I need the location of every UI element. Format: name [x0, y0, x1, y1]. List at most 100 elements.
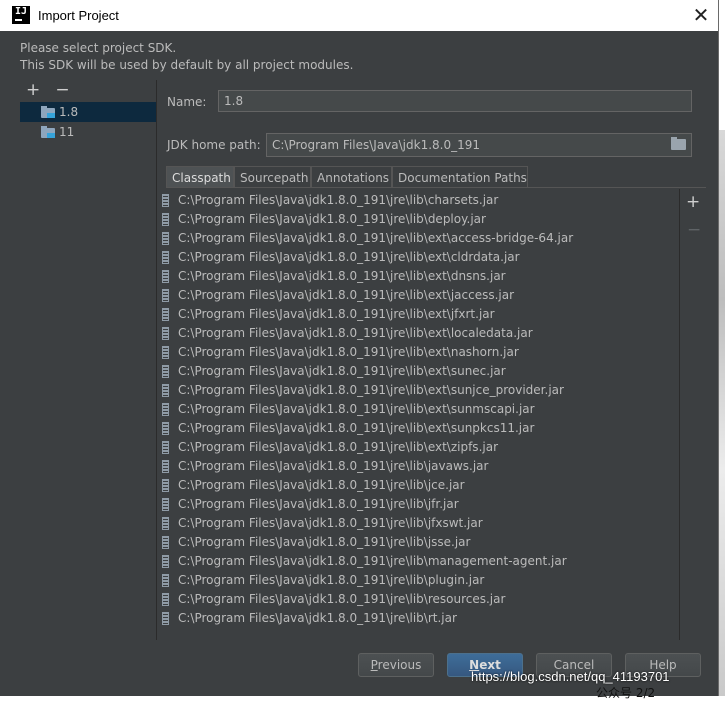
classpath-row[interactable]: C:\Program Files\Java\jdk1.8.0_191\jre\l… — [157, 590, 679, 609]
jar-icon — [162, 251, 169, 264]
classpath-row[interactable]: C:\Program Files\Java\jdk1.8.0_191\jre\l… — [157, 438, 679, 457]
jar-icon — [162, 612, 169, 625]
jar-icon — [162, 441, 169, 454]
jar-icon — [162, 517, 169, 530]
background-window-strip — [718, 130, 725, 696]
classpath-path: C:\Program Files\Java\jdk1.8.0_191\jre\l… — [178, 250, 520, 264]
classpath-row[interactable]: C:\Program Files\Java\jdk1.8.0_191\jre\l… — [157, 476, 679, 495]
classpath-row[interactable]: C:\Program Files\Java\jdk1.8.0_191\jre\l… — [157, 267, 679, 286]
jar-icon — [162, 365, 169, 378]
jar-icon — [162, 574, 169, 587]
intellij-app-icon: IJ — [12, 6, 30, 24]
classpath-row[interactable]: C:\Program Files\Java\jdk1.8.0_191\jre\l… — [157, 324, 679, 343]
classpath-row[interactable]: C:\Program Files\Java\jdk1.8.0_191\jre\l… — [157, 419, 679, 438]
classpath-path: C:\Program Files\Java\jdk1.8.0_191\jre\l… — [178, 592, 506, 606]
sdk-info-text: Please select project SDK. This SDK will… — [20, 40, 353, 74]
jar-icon — [162, 346, 169, 359]
jar-icon — [162, 555, 169, 568]
classpath-row[interactable]: C:\Program Files\Java\jdk1.8.0_191\jre\l… — [157, 305, 679, 324]
classpath-path: C:\Program Files\Java\jdk1.8.0_191\jre\l… — [178, 326, 533, 340]
remove-sdk-button[interactable]: − — [55, 80, 79, 100]
name-input[interactable] — [218, 90, 692, 112]
classpath-path: C:\Program Files\Java\jdk1.8.0_191\jre\l… — [178, 193, 499, 207]
classpath-path: C:\Program Files\Java\jdk1.8.0_191\jre\l… — [178, 611, 457, 625]
watermark-text: https://blog.csdn.net/qq_41193701 — [471, 669, 670, 684]
classpath-path: C:\Program Files\Java\jdk1.8.0_191\jre\l… — [178, 497, 459, 511]
classpath-row[interactable]: C:\Program Files\Java\jdk1.8.0_191\jre\l… — [157, 609, 679, 628]
sdk-item-label: 1.8 — [59, 105, 79, 119]
jdk-home-path-label: JDK home path: — [167, 138, 261, 152]
jar-icon — [162, 479, 169, 492]
previous-button[interactable]: Previous — [358, 653, 434, 677]
classpath-row[interactable]: C:\Program Files\Java\jdk1.8.0_191\jre\l… — [157, 362, 679, 381]
tab-annotations[interactable]: Annotations — [311, 166, 392, 188]
classpath-row[interactable]: C:\Program Files\Java\jdk1.8.0_191\jre\l… — [157, 191, 679, 210]
sdk-list: 1.8 11 — [20, 100, 156, 678]
jar-icon — [162, 403, 169, 416]
sdk-item-11[interactable]: 11 — [20, 122, 156, 142]
classpath-path: C:\Program Files\Java\jdk1.8.0_191\jre\l… — [178, 383, 564, 397]
jar-icon — [162, 308, 169, 321]
classpath-path: C:\Program Files\Java\jdk1.8.0_191\jre\l… — [178, 535, 471, 549]
jar-icon — [162, 593, 169, 606]
classpath-path: C:\Program Files\Java\jdk1.8.0_191\jre\l… — [178, 440, 498, 454]
jar-icon — [162, 422, 169, 435]
jar-icon — [162, 194, 169, 207]
classpath-row[interactable]: C:\Program Files\Java\jdk1.8.0_191\jre\l… — [157, 343, 679, 362]
classpath-row[interactable]: C:\Program Files\Java\jdk1.8.0_191\jre\l… — [157, 210, 679, 229]
title-bar: IJ Import Project ✕ — [0, 0, 718, 31]
classpath-row[interactable]: C:\Program Files\Java\jdk1.8.0_191\jre\l… — [157, 514, 679, 533]
import-project-dialog: IJ Import Project ✕ Please select projec… — [0, 0, 719, 696]
jar-icon — [162, 327, 169, 340]
classpath-path: C:\Program Files\Java\jdk1.8.0_191\jre\l… — [178, 288, 515, 302]
classpath-path: C:\Program Files\Java\jdk1.8.0_191\jre\l… — [178, 478, 465, 492]
tab-documentation-paths[interactable]: Documentation Paths — [392, 166, 528, 188]
jar-icon — [162, 460, 169, 473]
sdk-item-1-8[interactable]: 1.8 — [20, 102, 156, 122]
classpath-path: C:\Program Files\Java\jdk1.8.0_191\jre\l… — [178, 459, 489, 473]
classpath-row[interactable]: C:\Program Files\Java\jdk1.8.0_191\jre\l… — [157, 248, 679, 267]
classpath-path: C:\Program Files\Java\jdk1.8.0_191\jre\l… — [178, 345, 519, 359]
tab-classpath[interactable]: Classpath — [166, 166, 234, 188]
classpath-path: C:\Program Files\Java\jdk1.8.0_191\jre\l… — [178, 573, 485, 587]
jdk-folder-icon — [41, 126, 55, 138]
classpath-row[interactable]: C:\Program Files\Java\jdk1.8.0_191\jre\l… — [157, 457, 679, 476]
info-line-1: Please select project SDK. — [20, 41, 177, 55]
info-line-2: This SDK will be used by default by all … — [20, 58, 354, 72]
classpath-path: C:\Program Files\Java\jdk1.8.0_191\jre\l… — [178, 364, 506, 378]
classpath-path: C:\Program Files\Java\jdk1.8.0_191\jre\l… — [178, 421, 535, 435]
close-button[interactable]: ✕ — [684, 0, 718, 31]
classpath-row[interactable]: C:\Program Files\Java\jdk1.8.0_191\jre\l… — [157, 229, 679, 248]
window-title: Import Project — [38, 8, 119, 23]
classpath-path: C:\Program Files\Java\jdk1.8.0_191\jre\l… — [178, 554, 567, 568]
previous-mnemonic: P — [370, 658, 378, 672]
jar-icon — [162, 498, 169, 511]
background-partial-text: 公众号 2/2 — [596, 686, 656, 700]
classpath-path: C:\Program Files\Java\jdk1.8.0_191\jre\l… — [178, 402, 535, 416]
classpath-row[interactable]: C:\Program Files\Java\jdk1.8.0_191\jre\l… — [157, 571, 679, 590]
jar-icon — [162, 213, 169, 226]
browse-folder-icon[interactable] — [671, 137, 686, 150]
add-path-button[interactable]: + — [686, 192, 700, 212]
jar-icon — [162, 289, 169, 302]
classpath-row[interactable]: C:\Program Files\Java\jdk1.8.0_191\jre\l… — [157, 533, 679, 552]
jdk-folder-icon — [41, 106, 55, 118]
remove-path-button[interactable]: − — [687, 220, 701, 240]
previous-label: revious — [377, 658, 422, 672]
classpath-row[interactable]: C:\Program Files\Java\jdk1.8.0_191\jre\l… — [157, 286, 679, 305]
tab-sourcepath[interactable]: Sourcepath — [234, 166, 311, 188]
jdk-home-path-input[interactable] — [266, 133, 692, 157]
classpath-row[interactable]: C:\Program Files\Java\jdk1.8.0_191\jre\l… — [157, 552, 679, 571]
classpath-row[interactable]: C:\Program Files\Java\jdk1.8.0_191\jre\l… — [157, 495, 679, 514]
classpath-row[interactable]: C:\Program Files\Java\jdk1.8.0_191\jre\l… — [157, 400, 679, 419]
classpath-path: C:\Program Files\Java\jdk1.8.0_191\jre\l… — [178, 231, 574, 245]
jar-icon — [162, 536, 169, 549]
sdk-toolbar: + − — [26, 80, 79, 100]
name-label: Name: — [167, 95, 207, 109]
jar-icon — [162, 232, 169, 245]
classpath-path: C:\Program Files\Java\jdk1.8.0_191\jre\l… — [178, 212, 486, 226]
classpath-path: C:\Program Files\Java\jdk1.8.0_191\jre\l… — [178, 516, 483, 530]
sdk-item-label: 11 — [59, 125, 75, 139]
classpath-row[interactable]: C:\Program Files\Java\jdk1.8.0_191\jre\l… — [157, 381, 679, 400]
add-sdk-button[interactable]: + — [26, 80, 50, 100]
